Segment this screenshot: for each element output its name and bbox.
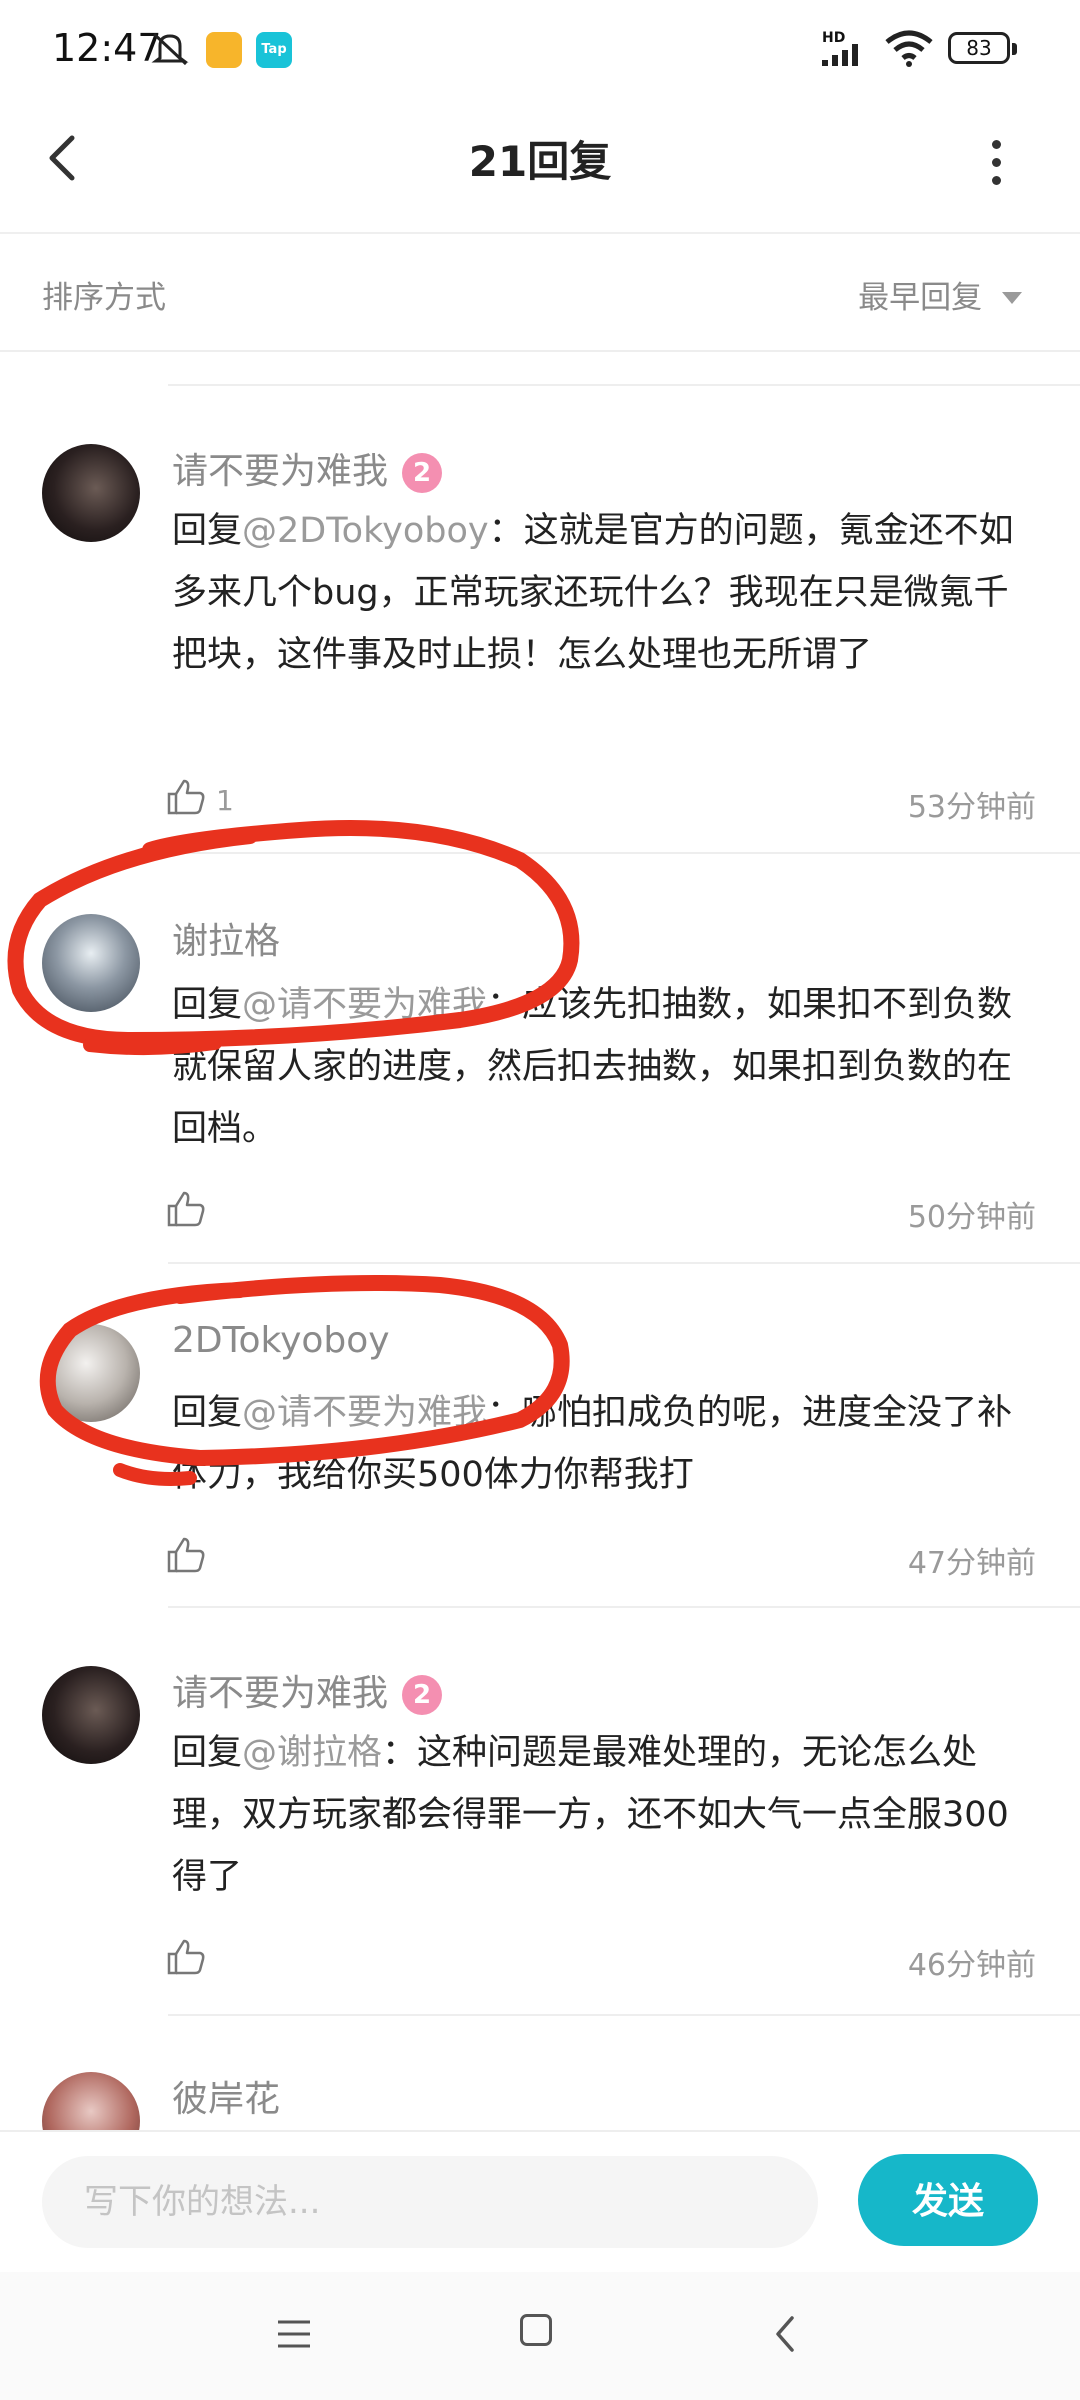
reply-time: 50分钟前	[907, 1200, 1036, 1235]
mention-link[interactable]: @谢拉格	[242, 1733, 382, 1773]
recent-apps-icon[interactable]	[276, 2316, 312, 2352]
reply-text: 回复@请不要为难我：哪怕扣成负的呢，进度全没了补体力，我给你买500体力你帮我打	[172, 1393, 1013, 1495]
battery-indicator: 83	[948, 32, 1017, 64]
mention-link[interactable]: @请不要为难我	[242, 1393, 487, 1433]
thumbs-up-icon[interactable]	[166, 1938, 206, 1976]
divider	[168, 852, 1080, 854]
wifi-icon	[885, 30, 933, 67]
divider	[168, 2014, 1080, 2016]
comment-input[interactable]	[42, 2156, 818, 2248]
avatar[interactable]	[42, 1666, 140, 1764]
system-back-icon[interactable]	[770, 2314, 802, 2354]
top-app-bar: 21回复	[0, 100, 1080, 234]
divider	[168, 1262, 1080, 1264]
avatar[interactable]	[42, 914, 140, 1012]
like-count: 1	[216, 784, 234, 817]
sort-dropdown[interactable]: 最早回复	[858, 272, 1022, 317]
status-time: 12:47	[52, 26, 162, 70]
status-bar: 12:47 Tap HD 83	[0, 0, 1080, 100]
reply-username[interactable]: 请不要为难我 2	[172, 1664, 443, 1716]
reply-username[interactable]: 彼岸花	[172, 2070, 280, 2122]
thumbs-up-icon[interactable]	[166, 1190, 206, 1228]
home-icon[interactable]	[520, 2314, 552, 2346]
thumbs-up-icon[interactable]	[166, 1536, 206, 1574]
divider	[168, 1606, 1080, 1608]
cellular-signal-icon	[822, 44, 858, 66]
sort-label: 排序方式	[42, 280, 166, 316]
reply-time: 53分钟前	[907, 790, 1036, 825]
reply-time: 47分钟前	[907, 1546, 1036, 1581]
mention-link[interactable]: @请不要为难我	[242, 985, 487, 1025]
level-badge: 2	[402, 1675, 443, 1715]
avatar[interactable]	[42, 444, 140, 542]
mute-notification-icon	[151, 32, 189, 66]
reply-text: 回复@请不要为难我：应该先扣抽数，如果扣不到负数就保留人家的进度，然后扣去抽数，…	[172, 985, 1013, 1149]
page-title: 21回复	[468, 137, 612, 186]
level-badge: 2	[402, 453, 443, 493]
sort-value-label: 最早回复	[858, 280, 983, 316]
notes-app-icon	[206, 32, 242, 68]
mention-link[interactable]: @2DTokyoboy	[242, 511, 489, 551]
system-nav-bar	[0, 2272, 1080, 2400]
taptap-app-icon: Tap	[256, 32, 292, 68]
send-button[interactable]: 发送	[858, 2154, 1038, 2246]
thumbs-up-icon[interactable]	[166, 778, 206, 816]
reply-username[interactable]: 2DTokyoboy	[172, 1320, 390, 1361]
reply-username[interactable]: 请不要为难我 2	[172, 442, 443, 494]
avatar[interactable]	[42, 1324, 140, 1422]
reply-text: 回复@谢拉格：这种问题是最难处理的，无论怎么处理，双方玩家都会得罪一方，还不如大…	[172, 1733, 1009, 1897]
divider	[168, 384, 1080, 386]
comment-input-bar: 发送	[0, 2130, 1080, 2272]
reply-username[interactable]: 谢拉格	[172, 912, 280, 964]
more-options-icon[interactable]	[986, 140, 1006, 185]
reply-time: 46分钟前	[907, 1948, 1036, 1983]
reply-text: 回复@2DTokyoboy：这就是官方的问题，氪金还不如多来几个bug，正常玩家…	[172, 511, 1014, 675]
caret-down-icon	[1002, 292, 1022, 304]
sort-bar: 排序方式 最早回复	[0, 234, 1080, 352]
